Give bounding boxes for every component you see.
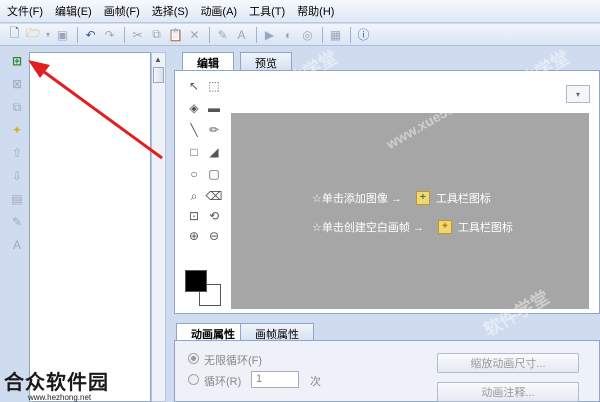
marquee-icon[interactable]: ⬚ (206, 78, 222, 94)
text-icon[interactable]: A (233, 26, 250, 43)
loop-unit-label: 次 (310, 376, 321, 388)
line-icon[interactable]: ╲ (186, 122, 202, 138)
zoom-out-icon[interactable]: ⊖ (206, 228, 222, 244)
rounded-rect-icon[interactable]: ▢ (206, 166, 222, 182)
toolbar-separator (256, 26, 257, 43)
eyedropper-icon[interactable]: ⌕ (186, 188, 202, 204)
wand-icon[interactable]: ✎ (214, 26, 231, 43)
loop-count-label: 循环(R) (204, 376, 242, 388)
gradient-icon[interactable]: ▬ (206, 100, 222, 116)
play-icon[interactable]: ▶ (261, 26, 278, 43)
menu-animation[interactable]: 动画(A) (200, 3, 237, 19)
pencil-icon[interactable]: ✏ (206, 122, 222, 138)
animation-comment-button[interactable]: 动画注释... (437, 382, 579, 402)
fill-bucket-icon[interactable]: ◈ (186, 100, 202, 116)
loop-infinite-label: 无限循环(F) (204, 355, 263, 367)
toolbar-separator (322, 26, 323, 43)
canvas-area[interactable] (231, 113, 589, 309)
property-tabs: 动画属性 画帧属性 (174, 323, 600, 342)
browser-preview-icon[interactable]: ◐ (280, 26, 297, 43)
crop-icon[interactable]: ⊡ (186, 208, 202, 224)
effect-wand-icon[interactable]: ✎ (8, 213, 26, 231)
banner-text-icon[interactable]: A (8, 236, 26, 254)
hint-blank-frame-suffix: 工具栏图标 (457, 222, 513, 234)
transition-icon[interactable]: ▤ (8, 190, 26, 208)
properties-icon[interactable]: ▦ (327, 26, 344, 43)
menu-tools[interactable]: 工具(T) (249, 3, 285, 19)
loop-count-input[interactable]: 1 (251, 371, 299, 388)
ellipse-icon[interactable]: ○ (186, 166, 202, 182)
resize-animation-button[interactable]: 缩放动画尺寸... (437, 353, 579, 373)
tab-preview[interactable]: 预览 (240, 52, 292, 70)
pointer-icon[interactable]: ↖ (186, 78, 202, 94)
eraser-icon[interactable]: ⌫ (206, 188, 223, 204)
foreground-color-swatch[interactable] (185, 270, 207, 292)
triangle-icon[interactable]: ◢ (206, 144, 222, 160)
tab-frame-properties[interactable]: 画帧属性 (240, 323, 314, 341)
menu-help[interactable]: 帮助(H) (297, 3, 334, 19)
zoom-in-icon[interactable]: ⊕ (186, 228, 202, 244)
new-blank-frame-icon: ✦ (437, 220, 452, 234)
tab-edit[interactable]: 编辑 (182, 52, 234, 71)
site-url: www.hezhong.net (28, 393, 92, 402)
optimize-icon[interactable]: ◎ (299, 26, 316, 43)
annotation-arrow (28, 60, 163, 160)
hint-add-image-text: ☆单击添加图像 → (312, 193, 402, 205)
toolbar-separator (350, 26, 351, 43)
chevron-down-icon: ▾ (575, 89, 580, 99)
hint-add-image-suffix: 工具栏图标 (435, 193, 491, 205)
hint-add-image: ☆单击添加图像 → + 工具栏图标 (312, 190, 491, 206)
toolbar-separator (209, 26, 210, 43)
help-icon[interactable]: ⓘ (355, 26, 372, 43)
add-image-icon: + (415, 191, 430, 205)
hint-blank-frame-text: ☆单击创建空白画帧 → (312, 222, 424, 234)
loop-infinite-radio[interactable] (188, 353, 199, 364)
site-logo-text: 合众软件园 (4, 372, 109, 394)
rectangle-icon[interactable]: □ (186, 144, 202, 160)
loop-count-radio[interactable] (188, 374, 199, 385)
zoom-dropdown[interactable]: ▾ (566, 85, 590, 103)
hint-blank-frame: ☆单击创建空白画帧 → ✦ 工具栏图标 (312, 219, 513, 235)
delete-icon[interactable]: ✕ (186, 26, 203, 43)
rotate-icon[interactable]: ⟲ (206, 208, 222, 224)
